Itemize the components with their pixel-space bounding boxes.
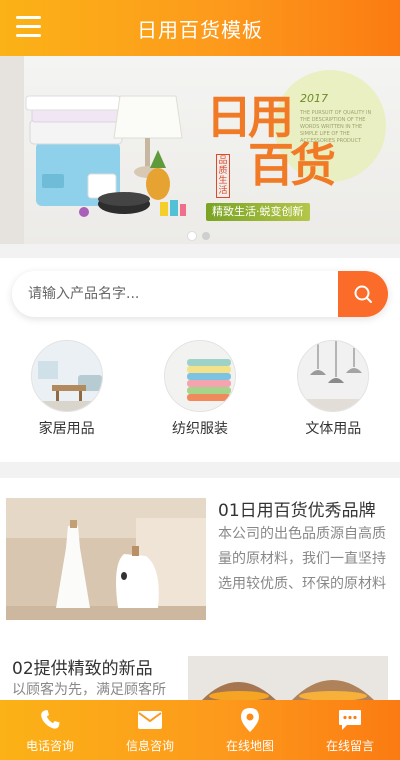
chat-icon xyxy=(338,707,362,733)
folded-towels-image xyxy=(163,340,236,412)
pendant-lamp-image xyxy=(188,656,388,700)
nav-label: 在线地图 xyxy=(225,738,274,753)
nav-phone-consult[interactable]: 电话咨询 xyxy=(0,700,100,760)
pendant-lamps-image xyxy=(297,340,370,412)
section-divider xyxy=(0,462,400,478)
search-bar xyxy=(12,271,388,317)
nav-online-message[interactable]: 在线留言 xyxy=(300,700,400,760)
living-room-image xyxy=(30,340,103,412)
article-item-2[interactable]: 02提供精致的新品 以顾客为先，满足顾客所 xyxy=(0,640,400,700)
category-label: 家居用品 xyxy=(38,421,95,437)
article-title: 01日用百货优秀品牌 xyxy=(218,501,376,521)
banner-headline-1: 日用 xyxy=(206,90,294,144)
phone-icon xyxy=(38,707,62,733)
top-header: 日用百货模板 xyxy=(0,0,400,56)
search-icon xyxy=(354,285,372,303)
page: 日用百货模板 日用 百货 2017 THE PURSUIT OF QUALITY… xyxy=(0,0,400,760)
bottom-nav: 电话咨询 信息咨询 在线地图 在线留言 xyxy=(0,700,400,760)
mail-icon xyxy=(137,707,163,733)
category-textiles[interactable]: 纺织服装 xyxy=(145,340,255,450)
category-list: 家居用品 纺织服装 文体用品 xyxy=(0,340,400,450)
banner-illustration xyxy=(0,56,386,244)
category-label: 纺织服装 xyxy=(171,421,228,437)
carousel-dot-1[interactable] xyxy=(188,232,196,240)
article-item-1[interactable]: 01日用百货优秀品牌 本公司的出色品质源自高质量的原材料，我们一直坚持选用较优质… xyxy=(0,478,400,638)
banner-fine-print: THE PURSUIT OF QUALITY IN THE DESCRIPTIO… xyxy=(300,110,372,144)
vase-image xyxy=(6,498,206,620)
nav-label: 信息咨询 xyxy=(125,738,174,753)
section-divider xyxy=(0,244,400,258)
nav-online-map[interactable]: 在线地图 xyxy=(200,700,300,760)
banner-tagline: 精致生活·蜕变创新 xyxy=(206,203,310,221)
search-input[interactable] xyxy=(28,271,328,317)
nav-label: 在线留言 xyxy=(325,738,374,753)
article-description: 本公司的出色品质源自高质量的原材料，我们一直坚持选用较优质、环保的原材料 xyxy=(218,526,386,592)
nav-message-consult[interactable]: 信息咨询 xyxy=(100,700,200,760)
page-title: 日用百货模板 xyxy=(137,17,263,42)
banner-stamp: 品质生活 xyxy=(216,154,230,198)
banner-year: 2017 xyxy=(300,92,328,105)
search-button[interactable] xyxy=(338,271,388,317)
article-title: 02提供精致的新品 xyxy=(12,659,153,679)
category-stationery[interactable]: 文体用品 xyxy=(278,340,388,450)
category-label: 文体用品 xyxy=(305,421,362,437)
nav-label: 电话咨询 xyxy=(25,738,74,753)
hamburger-menu-icon[interactable] xyxy=(16,16,41,38)
category-home-goods[interactable]: 家居用品 xyxy=(12,340,122,450)
carousel-dot-2[interactable] xyxy=(202,232,210,240)
map-pin-icon xyxy=(240,707,260,733)
carousel-indicators xyxy=(188,232,210,240)
banner-headline-2: 百货 xyxy=(248,138,336,192)
hero-banner[interactable]: 日用 百货 2017 THE PURSUIT OF QUALITY IN THE… xyxy=(0,56,400,244)
